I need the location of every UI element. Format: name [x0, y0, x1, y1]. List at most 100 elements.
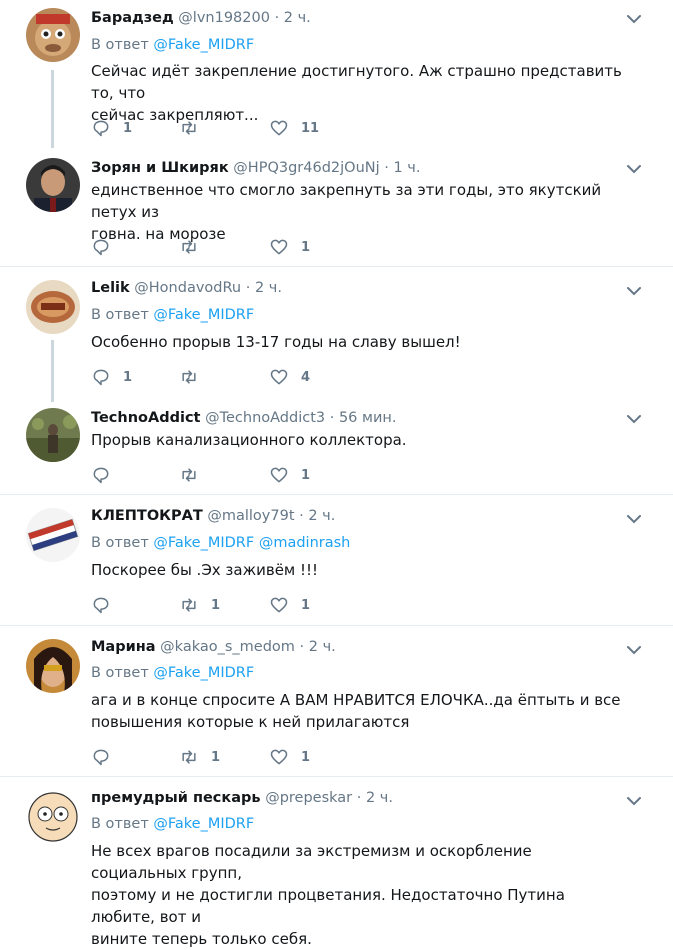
tweet-text: Особенно прорыв 13-17 годы на славу выше… — [91, 331, 631, 353]
avatar[interactable] — [26, 408, 80, 462]
reply-button[interactable] — [91, 235, 123, 259]
reply-icon — [93, 239, 109, 256]
reply-context: В ответ @Fake_MIDRF @madinrash — [91, 533, 350, 553]
timestamp[interactable]: 2 ч. — [284, 10, 311, 26]
user-handle[interactable]: @prepeskar — [265, 790, 352, 806]
divider — [0, 776, 673, 777]
retweet-icon — [182, 598, 196, 612]
tweet[interactable]: Марина @kakao_s_medom · 2 ч. В ответ @Fa… — [0, 635, 673, 776]
avatar[interactable] — [26, 639, 80, 693]
separator-dot: · — [356, 790, 362, 806]
display-name[interactable]: КЛЕПТОКРАТ — [91, 508, 203, 524]
retweet-count: 1 — [211, 749, 221, 765]
text-line: Поскорее бы .Эх заживём !!! — [91, 561, 319, 579]
tweet[interactable]: КЛЕПТОКРАТ @malloy79t · 2 ч. В ответ @Fa… — [0, 504, 673, 625]
user-handle[interactable]: @HPQ3gr46d2jOuNj — [233, 160, 379, 176]
reply-button[interactable] — [91, 745, 123, 769]
like-button[interactable]: 1 — [269, 593, 310, 617]
chevron-down-icon[interactable] — [625, 792, 643, 810]
tweet[interactable]: Зорян и Шкиряк @HPQ3gr46d2jOuNj · 1 ч. е… — [0, 150, 673, 266]
chevron-down-icon[interactable] — [625, 160, 643, 178]
reply-icon — [93, 749, 109, 766]
retweet-button[interactable] — [179, 365, 211, 389]
tweet[interactable]: Барадзед @lvn198200 · 2 ч. В ответ @Fake… — [0, 0, 673, 150]
avatar[interactable] — [26, 280, 80, 334]
mention-link[interactable]: @Fake_MIDRF — [153, 307, 254, 323]
text-line: поэтому и не достигли процветания. Недос… — [91, 886, 565, 926]
timestamp[interactable]: 1 ч. — [393, 160, 420, 176]
timestamp[interactable]: 2 ч. — [308, 508, 335, 524]
tweet-header: Lelik @HondavodRu · 2 ч. — [91, 278, 282, 298]
display-name[interactable]: премудрый пескарь — [91, 790, 261, 806]
timestamp[interactable]: 56 мин. — [339, 410, 397, 426]
chevron-down-icon[interactable] — [625, 641, 643, 659]
retweet-button[interactable] — [179, 116, 211, 140]
like-count: 1 — [301, 239, 311, 255]
tweet-header: премудрый пескарь @prepeskar · 2 ч. — [91, 788, 393, 808]
heart-icon — [270, 369, 288, 385]
timestamp[interactable]: 2 ч. — [255, 280, 282, 296]
retweet-icon — [182, 750, 196, 764]
reply-button[interactable] — [91, 463, 123, 487]
user-handle[interactable]: @HondavodRu — [134, 280, 241, 296]
reply-button[interactable] — [91, 593, 123, 617]
mention-link[interactable]: @Fake_MIDRF — [153, 816, 254, 832]
like-button[interactable]: 1 — [269, 235, 310, 259]
chevron-down-icon[interactable] — [625, 410, 643, 428]
tweet[interactable]: премудрый пескарь @prepeskar · 2 ч. В от… — [0, 786, 673, 948]
user-handle[interactable]: @malloy79t — [207, 508, 294, 524]
like-button[interactable]: 1 — [269, 745, 310, 769]
reply-prefix: В ответ — [91, 816, 149, 832]
retweet-button[interactable]: 1 — [179, 745, 220, 769]
retweet-button[interactable] — [179, 463, 211, 487]
mention-link[interactable]: @Fake_MIDRF — [153, 37, 254, 53]
timestamp[interactable]: 2 ч. — [309, 639, 336, 655]
text-line: Не всех врагов посадили за экстремизм и … — [91, 842, 532, 882]
reply-prefix: В ответ — [91, 307, 149, 323]
reply-context: В ответ @Fake_MIDRF — [91, 305, 254, 325]
user-handle[interactable]: @TechnoAddict3 — [205, 410, 325, 426]
user-handle[interactable]: @lvn198200 — [178, 10, 270, 26]
tweet-header: Зорян и Шкиряк @HPQ3gr46d2jOuNj · 1 ч. — [91, 158, 420, 178]
tweet-actions: 1 1 — [91, 745, 391, 769]
reply-button[interactable]: 1 — [91, 365, 132, 389]
tweet-actions: 1 — [91, 235, 391, 259]
reply-button[interactable]: 1 — [91, 116, 132, 140]
chevron-down-icon[interactable] — [625, 282, 643, 300]
heart-icon — [270, 597, 288, 613]
display-name[interactable]: Барадзед — [91, 10, 174, 26]
avatar[interactable] — [26, 790, 80, 844]
mention-link[interactable]: @madinrash — [259, 535, 351, 551]
tweet-header: КЛЕПТОКРАТ @malloy79t · 2 ч. — [91, 506, 335, 526]
like-button[interactable]: 11 — [269, 116, 319, 140]
display-name[interactable]: Зорян и Шкиряк — [91, 160, 229, 176]
avatar[interactable] — [26, 8, 80, 62]
reply-context: В ответ @Fake_MIDRF — [91, 35, 254, 55]
like-button[interactable]: 4 — [269, 365, 310, 389]
avatar[interactable] — [26, 508, 80, 562]
mention-link[interactable]: @Fake_MIDRF — [153, 535, 254, 551]
retweet-button[interactable]: 1 — [179, 593, 220, 617]
separator-dot: · — [299, 508, 304, 524]
reply-prefix: В ответ — [91, 37, 149, 53]
retweet-icon — [182, 121, 196, 135]
retweet-icon — [182, 370, 196, 384]
tweet-text: Поскорее бы .Эх заживём !!! — [91, 559, 631, 581]
text-line: повышения которые к ней прилагаются — [91, 713, 410, 731]
mention-link[interactable]: @Fake_MIDRF — [153, 665, 254, 681]
display-name[interactable]: Lelik — [91, 280, 130, 296]
tweet[interactable]: TechnoAddict @TechnoAddict3 · 56 мин. Пр… — [0, 400, 673, 494]
chevron-down-icon[interactable] — [625, 10, 643, 28]
display-name[interactable]: Марина — [91, 639, 156, 655]
display-name[interactable]: TechnoAddict — [91, 410, 200, 426]
user-handle[interactable]: @kakao_s_medom — [160, 639, 295, 655]
avatar[interactable] — [26, 158, 80, 212]
tweet[interactable]: Lelik @HondavodRu · 2 ч. В ответ @Fake_M… — [0, 276, 673, 400]
heart-icon — [270, 120, 288, 136]
like-button[interactable]: 1 — [269, 463, 310, 487]
text-line: Сейчас идёт закрепление достигнутого. Аж… — [91, 62, 622, 102]
divider — [0, 266, 673, 267]
retweet-button[interactable] — [179, 235, 211, 259]
chevron-down-icon[interactable] — [625, 510, 643, 528]
timestamp[interactable]: 2 ч. — [366, 790, 393, 806]
